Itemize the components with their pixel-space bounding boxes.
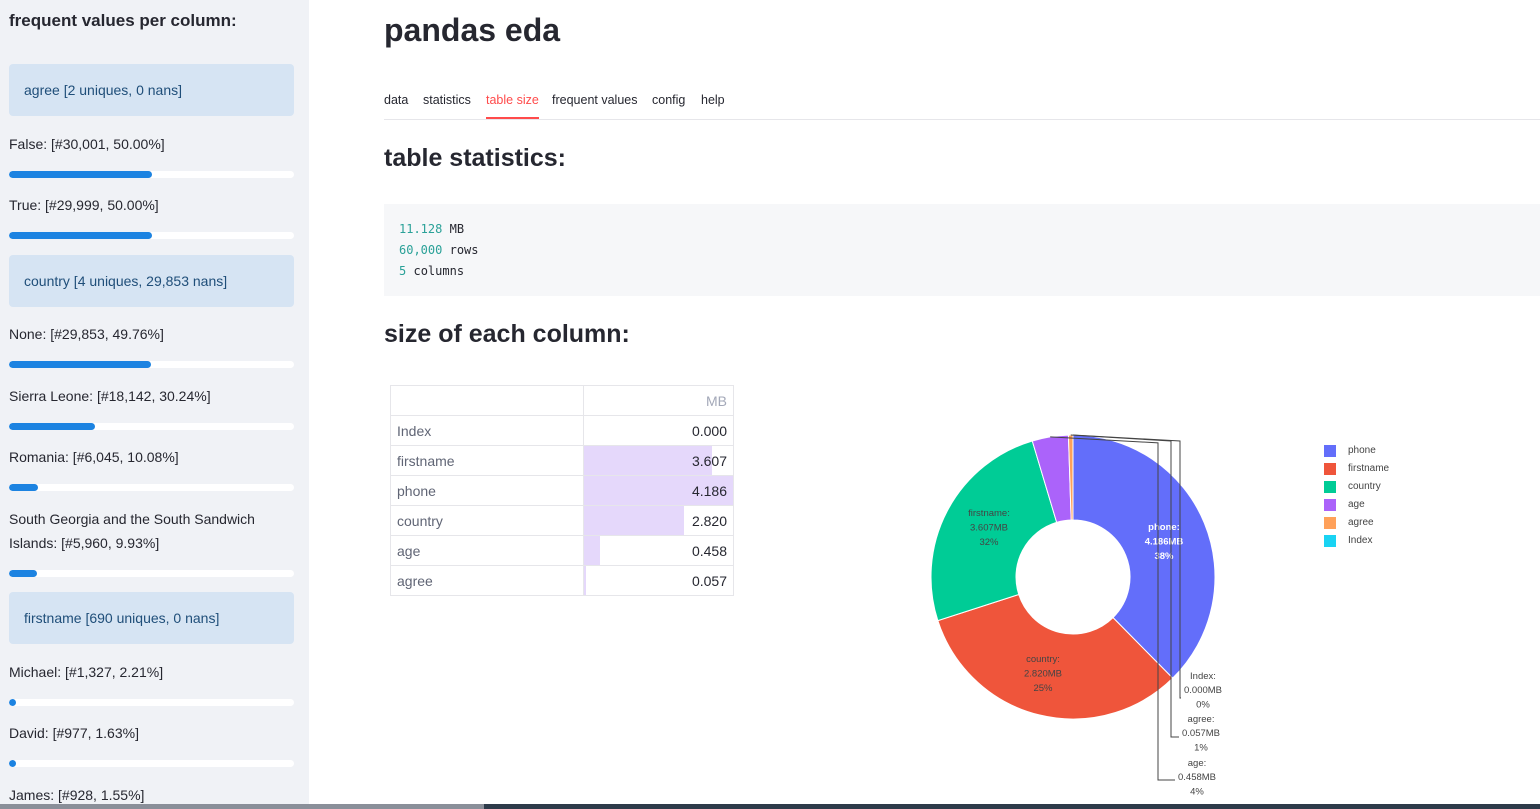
slice-label-index: Index: — [1190, 671, 1216, 682]
tab-data[interactable]: data — [384, 90, 408, 117]
slice-label-index: 0% — [1196, 699, 1210, 710]
slice-label-phone: phone: — [1148, 522, 1180, 533]
frequency-bar — [9, 760, 294, 767]
stats-size-value: 11.128 — [399, 222, 443, 236]
slice-label-country: 2.820MB — [1024, 669, 1062, 680]
stats-cols-value: 5 — [399, 264, 407, 278]
frequency-bar-fill — [9, 699, 17, 706]
value-label: True: [#29,999, 50.00%] — [9, 197, 159, 213]
value-label: South Georgia and the South Sandwich Isl… — [9, 511, 255, 551]
frequency-bar — [9, 232, 294, 239]
tab-statistics[interactable]: statistics — [423, 90, 471, 117]
stats-rows-line: 60,000 rows — [399, 243, 479, 257]
value-label: David: [#977, 1.63%] — [9, 725, 139, 741]
slice-label-agree: agree: — [1188, 714, 1215, 725]
legend-label: phone — [1348, 445, 1376, 456]
page-title: pandas eda — [384, 12, 561, 48]
frequency-bar-fill — [9, 171, 152, 178]
scrollbar-thumb[interactable] — [0, 804, 484, 809]
column-header-country: country [4 uniques, 29,853 nans] — [9, 255, 294, 307]
legend-swatch — [1324, 499, 1336, 511]
stats-size-line: 11.128 MB — [399, 222, 464, 236]
slice-label-firstname: 32% — [979, 537, 999, 548]
sidebar: frequent values per column: agree [2 uni… — [0, 0, 309, 804]
tab-frequent-values[interactable]: frequent values — [552, 90, 637, 117]
legend-label: age — [1348, 499, 1365, 510]
legend-label: agree — [1348, 517, 1374, 528]
slice-label-index: 0.000MB — [1184, 685, 1222, 696]
stats-cols-unit: columns — [413, 264, 465, 278]
stats-rows-value: 60,000 — [399, 243, 443, 257]
value-label: James: [#928, 1.55%] — [9, 787, 145, 803]
frequency-bar-fill — [9, 361, 151, 368]
value-label: None: [#29,853, 49.76%] — [9, 326, 164, 342]
slice-label-country: 25% — [1033, 683, 1053, 694]
frequency-bar-fill — [9, 232, 152, 239]
value-label: Michael: [#1,327, 2.21%] — [9, 664, 164, 680]
horizontal-scrollbar[interactable] — [0, 804, 1540, 809]
frequency-bar — [9, 423, 294, 430]
stats-rows-unit: rows — [449, 243, 479, 257]
tab-table-size[interactable]: table size — [486, 90, 539, 119]
sidebar-title: frequent values per column: — [9, 11, 237, 30]
slice-label-age: age: — [1188, 758, 1207, 769]
tab-bar: data statistics table size frequent valu… — [384, 90, 1540, 120]
column-header-firstname: firstname [690 uniques, 0 nans] — [9, 592, 294, 644]
legend-swatch — [1324, 463, 1336, 475]
frequency-bar — [9, 171, 294, 178]
slice-label-firstname: firstname: — [968, 508, 1010, 519]
value-label: Sierra Leone: [#18,142, 30.24%] — [9, 388, 211, 404]
slice-label-agree: 0.057MB — [1182, 728, 1220, 739]
legend-label: country — [1348, 481, 1381, 492]
legend-label: Index — [1348, 535, 1373, 546]
frequency-bar-fill — [9, 760, 17, 767]
legend-swatch — [1324, 445, 1336, 457]
main-content: pandas eda data statistics table size fr… — [309, 0, 1540, 809]
frequency-bar-fill — [9, 484, 38, 491]
size-heading: size of each column: — [384, 320, 630, 348]
frequency-bar — [9, 484, 294, 491]
frequency-bar-fill — [9, 423, 96, 430]
slice-label-agree: 1% — [1194, 742, 1208, 753]
legend-swatch — [1324, 535, 1336, 547]
tab-help[interactable]: help — [701, 90, 725, 117]
stats-size-unit: MB — [449, 222, 465, 236]
slice-label-age: 0.458MB — [1178, 772, 1216, 783]
value-label: False: [#30,001, 50.00%] — [9, 136, 165, 152]
slice-label-phone: 4.186MB — [1145, 537, 1184, 548]
stats-code-block: 11.128 MB 60,000 rows 5 columns — [384, 204, 1540, 296]
table-statistics-heading: table statistics: — [384, 144, 567, 172]
column-header-agree: agree [2 uniques, 0 nans] — [9, 64, 294, 116]
slice-label-country: country: — [1026, 654, 1060, 665]
legend-label: firstname — [1348, 463, 1390, 474]
legend-swatch — [1324, 517, 1336, 529]
stats-cols-line: 5 columns — [399, 264, 464, 278]
frequency-bar-fill — [9, 570, 38, 577]
slice-label-firstname: 3.607MB — [970, 523, 1008, 534]
frequency-bar — [9, 570, 294, 577]
tab-config[interactable]: config — [652, 90, 685, 117]
legend-swatch — [1324, 481, 1336, 493]
slice-label-age: 4% — [1190, 786, 1204, 797]
frequency-bar — [9, 699, 294, 706]
frequency-bar — [9, 361, 294, 368]
value-label: Romania: [#6,045, 10.08%] — [9, 449, 179, 465]
